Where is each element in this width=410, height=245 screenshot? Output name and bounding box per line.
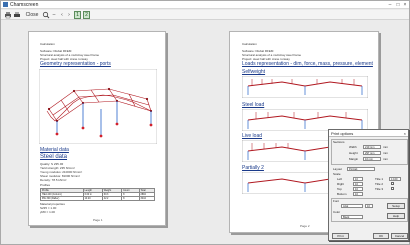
magnifier-icon (42, 11, 50, 19)
margin-input[interactable]: 10 mm (363, 157, 381, 161)
field-label: Right (337, 182, 345, 186)
scale-input[interactable]: 1:100 (389, 177, 401, 181)
steel-load-drawing (242, 109, 368, 131)
title-bar: Chamscreen – □ × (1, 1, 409, 9)
minimize-button[interactable]: – (387, 2, 393, 8)
cancel-button[interactable]: Cancel (391, 233, 408, 239)
page-number: Page 2 (300, 224, 310, 228)
unit-label: mm (383, 145, 388, 149)
title3-checkbox[interactable] (391, 187, 394, 190)
field-label: Title 1 (375, 177, 384, 181)
dialog-close-button[interactable]: × (404, 130, 406, 137)
section-heading: Loads representation - dim, force, mass,… (242, 61, 373, 67)
table-row: IPE 300 (Rafter) 10.20 42.2 8 3444 (40, 196, 155, 201)
table-cell: 3444 (138, 196, 155, 201)
unit-label: mm (383, 151, 388, 155)
selfweight-drawing (242, 76, 368, 98)
width-input[interactable]: 210 mm (363, 145, 381, 149)
field-label: Width (349, 145, 357, 149)
table-cell: 10.20 (82, 196, 103, 201)
group-label: Sections (333, 140, 345, 144)
table-cell: 42.2 (101, 196, 123, 201)
section-heading: Live load (242, 133, 263, 139)
group-label: Font (333, 199, 340, 203)
help-button[interactable]: Help (387, 213, 405, 219)
section-heading: Geometry representation - ports (40, 61, 111, 67)
close-window-button[interactable]: × (402, 2, 408, 8)
print-preview-icon[interactable] (13, 11, 21, 19)
group-label: Scale (333, 172, 341, 176)
frame-3d-drawing (39, 69, 157, 144)
font-size-input[interactable]: 10 (365, 204, 373, 208)
section-heading: Steel load (242, 102, 265, 108)
section-heading: Steel data (40, 154, 68, 160)
table-caption: Profiles (40, 183, 51, 187)
field-label: Margin (349, 157, 359, 161)
viewer-window: Chamscreen – □ × Close – ‹ › 1 2 Calcula… (0, 0, 410, 245)
print-options-dialog: Print options × Sections Width 210 mm mm… (328, 129, 409, 241)
field-label: Bottom (337, 192, 347, 196)
maximize-button[interactable]: □ (395, 2, 401, 8)
steel-line: Density: 78.5 kN/m³ (40, 178, 67, 182)
page-header: Calculation (242, 42, 257, 46)
page-header: Calculation (40, 42, 55, 46)
window-title: Chamscreen (10, 2, 39, 8)
ok-button[interactable]: OK (373, 233, 389, 239)
color-select[interactable]: Black (341, 215, 363, 219)
field-label: Title 3 (375, 187, 384, 191)
one-page-button[interactable]: 1 (74, 11, 81, 19)
app-icon (3, 2, 8, 7)
layout-select[interactable]: Portrait (347, 167, 375, 171)
left-input[interactable]: 10 (353, 177, 363, 181)
group-label: Layout (333, 167, 343, 171)
page-number: Page 1 (93, 218, 103, 222)
table-cell: 8 (121, 196, 140, 201)
field-label: Color (333, 210, 341, 214)
field-label: Left (337, 177, 343, 181)
field-label: Height (349, 151, 358, 155)
print-icon[interactable] (4, 11, 12, 19)
section-heading: Material data (40, 147, 69, 153)
right-input[interactable]: 10 (353, 182, 363, 186)
bottom-input[interactable]: 10 (353, 192, 363, 196)
top-input[interactable]: 10 (353, 187, 363, 191)
unit-label: mm (383, 157, 388, 161)
toolbar: Close – ‹ › 1 2 (1, 10, 409, 20)
field-label: Top (337, 187, 342, 191)
height-input[interactable]: 297 mm (363, 151, 381, 155)
print-button[interactable]: Print (332, 233, 349, 239)
field-label: Title 2 (375, 182, 384, 186)
zoom-in-button[interactable] (42, 11, 50, 19)
dialog-title: Print options (331, 131, 354, 136)
zoom-out-button[interactable]: – (51, 11, 57, 19)
two-page-button[interactable]: 2 (83, 11, 90, 19)
prev-page-button[interactable]: ‹ (59, 11, 65, 19)
material-line: γM0 = 1.00 (40, 210, 55, 214)
title2-checkbox[interactable] (391, 182, 394, 185)
setup-button[interactable]: Setup (387, 203, 405, 209)
section-heading: Selfweight (242, 69, 266, 75)
font-select[interactable]: Arial (341, 204, 363, 208)
next-page-button[interactable]: › (66, 11, 72, 19)
table-cell: IPE 300 (Rafter) (40, 196, 84, 201)
section-heading: Partially 2 (242, 165, 264, 171)
profiles-table: Profile Length Weight Count Total HEA 24… (40, 188, 155, 201)
page-1: Calculation Software: Dlubal RFEM Struct… (28, 31, 166, 226)
dialog-title-bar: Print options × (329, 130, 408, 137)
close-button[interactable]: Close (25, 11, 39, 19)
